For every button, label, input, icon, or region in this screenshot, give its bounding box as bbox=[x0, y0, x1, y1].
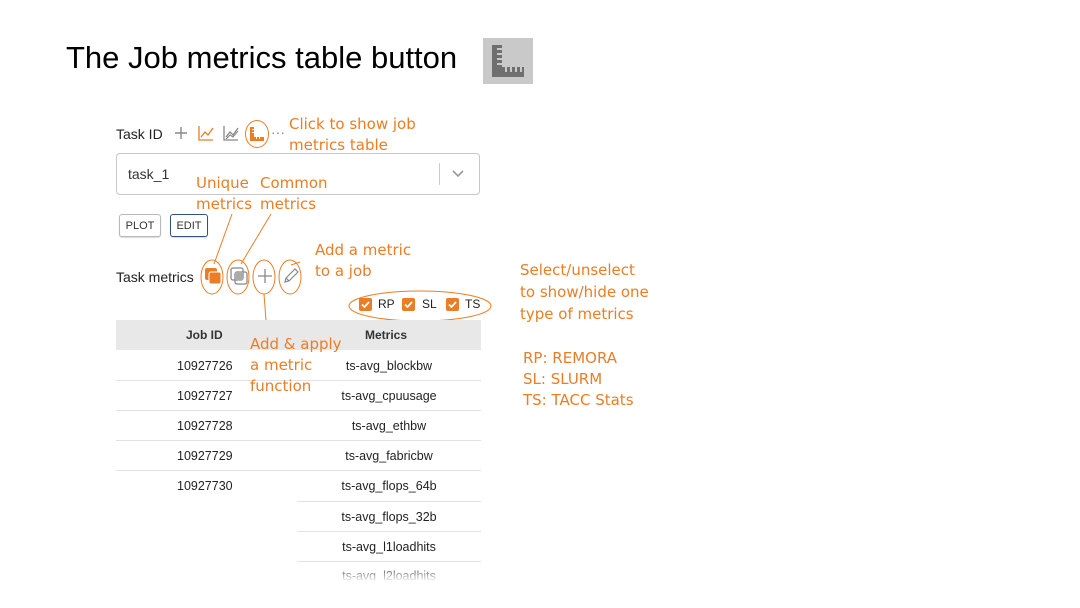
metric-type-legend: RP SL TS bbox=[349, 292, 491, 320]
unique-metrics-icon[interactable] bbox=[202, 265, 224, 287]
row-divider bbox=[116, 440, 481, 441]
job-id-cell: 10927728 bbox=[177, 419, 233, 433]
metric-cell: ts-avg_ethbw bbox=[351, 419, 427, 433]
job-id-cell: 10927729 bbox=[177, 449, 233, 463]
metric-cell: ts-avg_flops_64b bbox=[341, 479, 437, 493]
annotation-abbreviations: RP: REMORA SL: SLURM TS: TACC Stats bbox=[523, 349, 634, 409]
annotation-add-apply: Add & apply a metric function bbox=[250, 335, 342, 395]
row-divider bbox=[116, 470, 481, 471]
column-header-job-id[interactable]: Job ID bbox=[186, 328, 223, 342]
metric-cell: ts-avg_fabricbw bbox=[345, 449, 433, 463]
pencil-icon[interactable] bbox=[280, 265, 302, 287]
checkbox-rp-label: RP bbox=[378, 297, 395, 311]
task-metrics-label: Task metrics bbox=[116, 269, 194, 285]
job-id-cell: 10927726 bbox=[177, 359, 233, 373]
add-function-icon[interactable] bbox=[254, 265, 276, 287]
column-header-metrics[interactable]: Metrics bbox=[365, 328, 407, 342]
checkbox-sl[interactable] bbox=[402, 298, 415, 311]
checkbox-ts[interactable] bbox=[446, 298, 459, 311]
table-scroll-fade bbox=[297, 564, 481, 588]
metric-cell: ts-avg_l1loadhits bbox=[342, 540, 436, 554]
job-id-cell: 10927730 bbox=[177, 479, 233, 493]
row-divider bbox=[297, 531, 481, 532]
row-divider bbox=[297, 561, 481, 562]
row-divider bbox=[297, 501, 481, 502]
metric-cell: ts-avg_flops_32b bbox=[341, 510, 437, 524]
annotation-select-unselect: Select/unselect to show/hide one type of… bbox=[520, 261, 649, 323]
job-id-cell: 10927727 bbox=[177, 389, 233, 403]
checkbox-ts-label: TS bbox=[465, 297, 481, 311]
common-metrics-icon[interactable] bbox=[228, 265, 250, 287]
checkbox-rp[interactable] bbox=[359, 298, 372, 311]
row-divider bbox=[116, 410, 481, 411]
checkbox-sl-label: SL bbox=[422, 297, 437, 311]
